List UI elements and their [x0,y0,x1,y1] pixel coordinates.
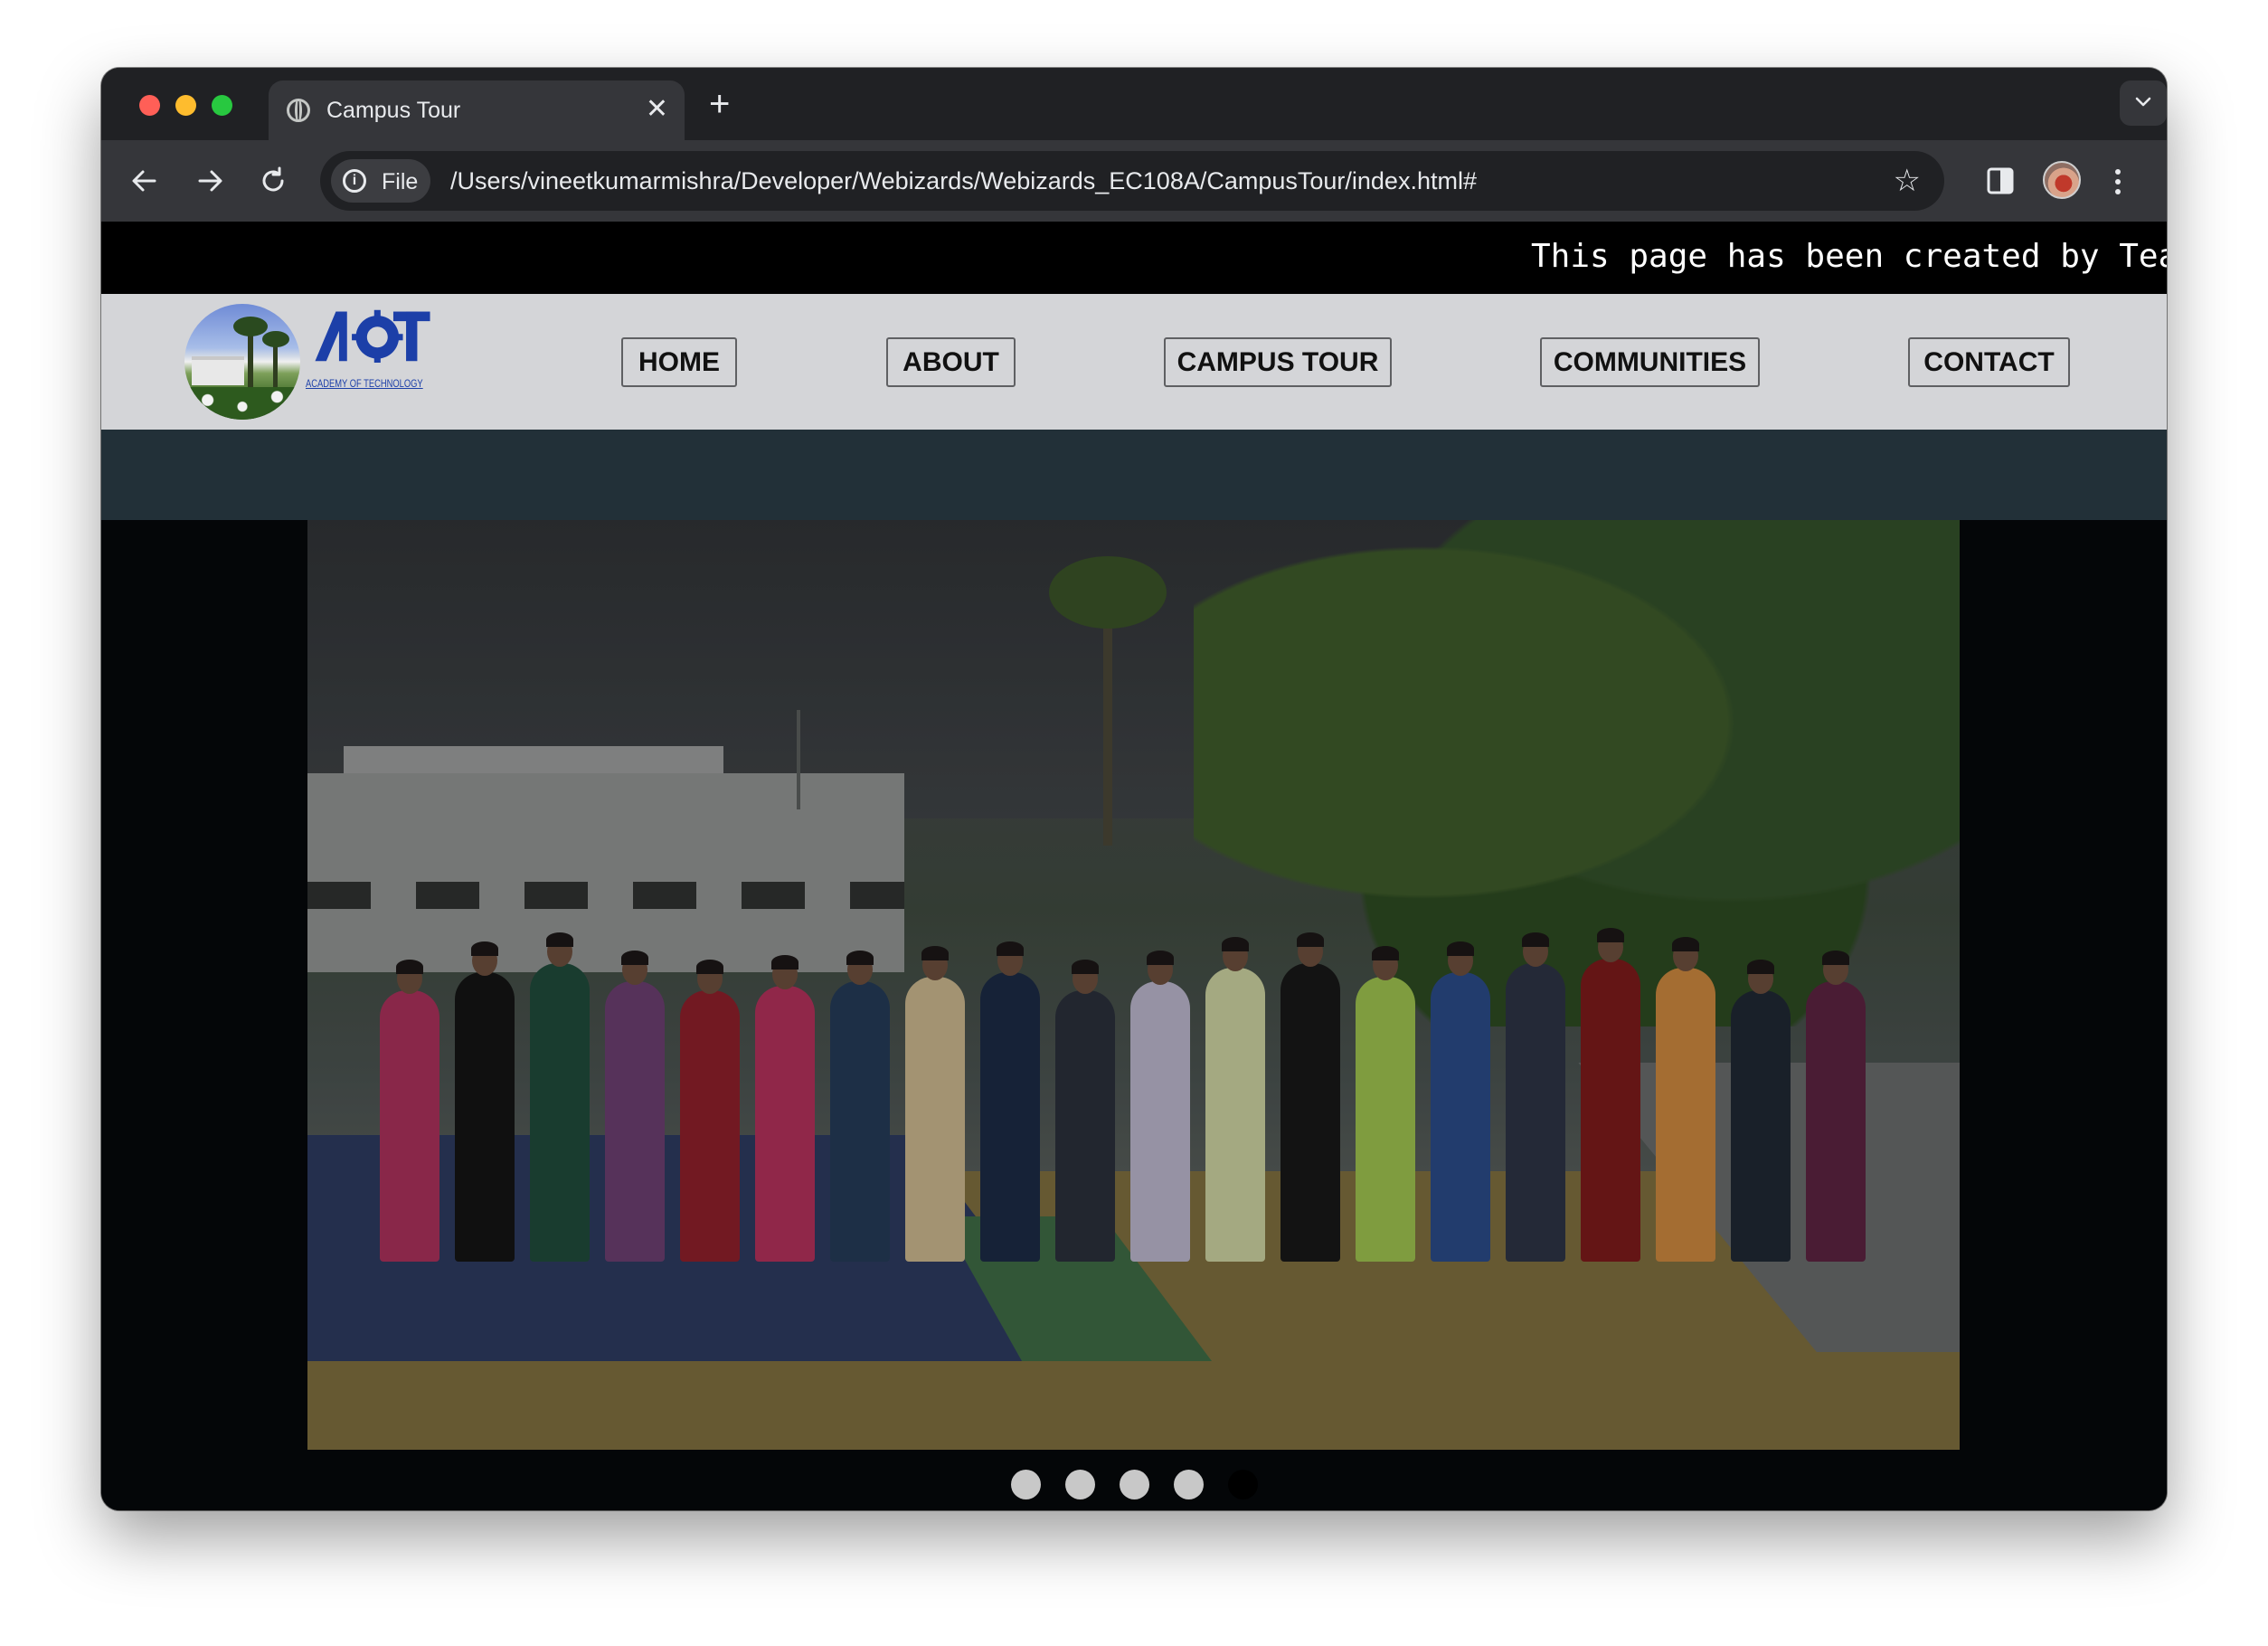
nav-campus-tour-button[interactable]: CAMPUS TOUR [1164,337,1392,387]
slider-dot[interactable] [1120,1470,1149,1499]
slider-dot[interactable] [1011,1470,1041,1499]
browser-window: Campus Tour ✕ + i File /Users/vineetkuma… [101,68,2167,1510]
slider-dots [101,1470,2167,1502]
browser-toolbar: i File /Users/vineetkumarmishra/Develope… [101,140,2167,222]
slider-dot[interactable] [1065,1470,1095,1499]
forward-arrow-icon[interactable] [194,165,226,197]
site-info-chip[interactable]: i File [331,159,430,203]
url-text[interactable]: /Users/vineetkumarmishra/Developer/Webiz… [450,167,1477,195]
new-tab-button[interactable]: + [709,82,730,126]
marquee-text: This page has been created by Team [1531,238,2167,275]
tab-title: Campus Tour [326,98,461,123]
close-tab-icon[interactable]: ✕ [646,93,668,126]
maximize-window-button[interactable] [212,95,232,116]
nav-contact-button[interactable]: CONTACT [1908,337,2070,387]
slider-dot[interactable] [1174,1470,1204,1499]
info-icon: i [343,169,366,193]
star-icon[interactable]: ☆ [1894,164,1921,198]
aot-logo[interactable] [307,308,438,363]
campus-group-photo [307,520,1960,1450]
chevron-down-icon [2135,97,2151,107]
browser-tab[interactable]: Campus Tour ✕ [269,80,685,140]
logo-subtitle: ACADEMY OF TECHNOLOGY [306,377,423,390]
nav-about-button[interactable]: ABOUT [886,337,1016,387]
close-window-button[interactable] [139,95,160,116]
nav-home-button[interactable]: HOME [621,337,737,387]
kebab-menu-icon[interactable] [2112,166,2123,198]
slider-dot[interactable] [1228,1470,1258,1499]
page-viewport: This page has been created by Team ACADE… [101,222,2167,1510]
site-chip-label: File [382,169,419,194]
tab-search-button[interactable] [2120,80,2167,126]
campus-logo-image[interactable] [184,304,300,420]
marquee-banner: This page has been created by Team [101,222,2167,294]
nav-communities-button[interactable]: COMMUNITIES [1540,337,1760,387]
header-band [101,430,2167,520]
profile-avatar[interactable] [2043,161,2081,199]
back-arrow-icon[interactable] [128,165,161,197]
site-navbar: ACADEMY OF TECHNOLOGY HOME ABOUT CAMPUS … [101,294,2167,430]
reload-icon[interactable] [257,165,289,197]
globe-icon [287,99,310,122]
title-bar: Campus Tour ✕ + [101,68,2167,140]
minimize-window-button[interactable] [175,95,196,116]
side-panel-icon[interactable] [1984,165,2017,197]
address-bar[interactable]: i File /Users/vineetkumarmishra/Develope… [320,151,1944,211]
